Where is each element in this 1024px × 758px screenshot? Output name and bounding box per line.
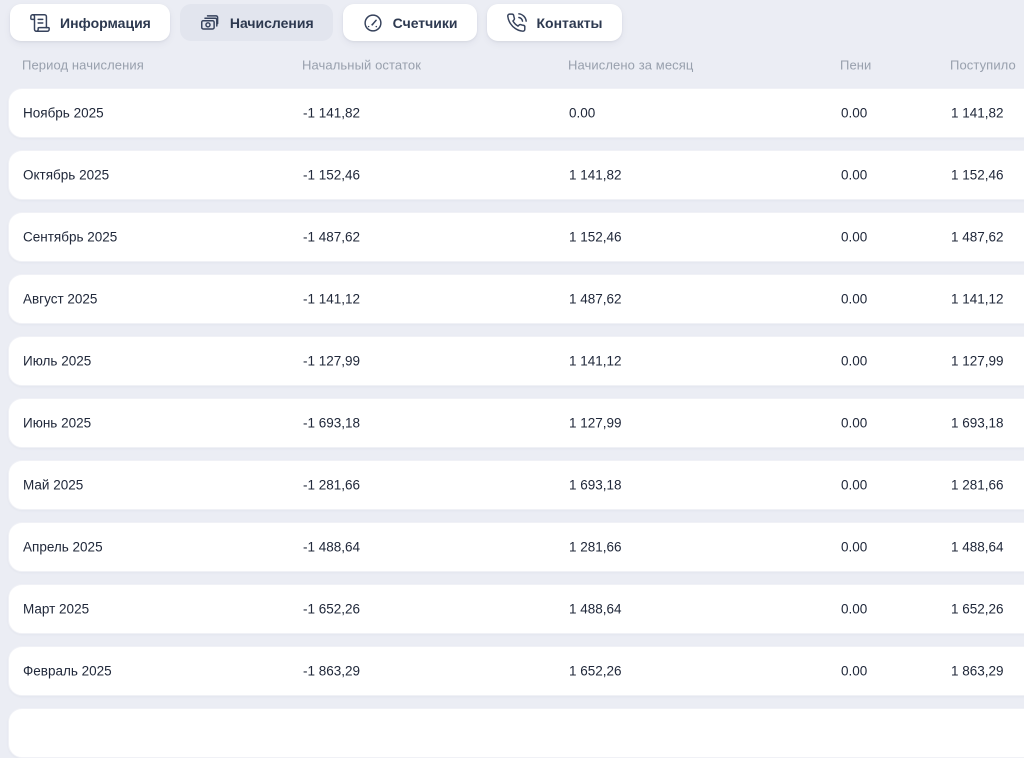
gauge-icon (362, 12, 384, 34)
table-header: Период начисления Начальный остаток Начи… (0, 41, 1024, 88)
phone-icon (506, 12, 528, 34)
cell-opening-balance: -1 652,26 (303, 601, 361, 617)
cell-opening-balance: -1 281,66 (303, 477, 361, 493)
cell-penalty: 0.00 (841, 601, 868, 617)
cell-period: Август 2025 (23, 291, 98, 307)
cell-received: 1 863,29 (951, 663, 1004, 679)
table-row[interactable]: Сентябрь 2025 -1 487,62 1 152,46 0.00 1 … (8, 212, 1024, 262)
cell-accrued: 1 487,62 (569, 291, 622, 307)
cell-accrued: 1 152,46 (569, 229, 622, 245)
cell-accrued: 0.00 (569, 105, 596, 121)
cell-period: Март 2025 (23, 601, 90, 617)
cell-received: 1 152,46 (951, 167, 1004, 183)
cell-received: 1 487,62 (951, 229, 1004, 245)
cell-accrued: 1 281,66 (569, 539, 622, 555)
banknotes-icon (199, 12, 221, 34)
cell-opening-balance: -1 152,46 (303, 167, 361, 183)
cell-received: 1 127,99 (951, 353, 1004, 369)
cell-period: Октябрь 2025 (23, 167, 110, 183)
cell-penalty: 0.00 (841, 415, 868, 431)
cell-accrued: 1 693,18 (569, 477, 622, 493)
cell-period: Ноябрь 2025 (23, 105, 104, 121)
tab-bar: Информация Начисления Счетчики Контакты (0, 0, 1024, 41)
column-header-opening-balance: Начальный остаток (302, 57, 421, 72)
column-header-received: Поступило (950, 57, 1016, 72)
cell-penalty: 0.00 (841, 663, 868, 679)
table-row[interactable]: Июль 2025 -1 127,99 1 141,12 0.00 1 127,… (8, 336, 1024, 386)
tab-contacts[interactable]: Контакты (486, 4, 622, 41)
tab-meters-label: Счетчики (392, 14, 458, 31)
accruals-table: Ноябрь 2025 -1 141,82 0.00 0.00 1 141,82… (0, 88, 1024, 758)
cell-opening-balance: -1 693,18 (303, 415, 361, 431)
cell-opening-balance: -1 488,64 (303, 539, 361, 555)
cell-period: Июнь 2025 (23, 415, 92, 431)
tab-meters[interactable]: Счетчики (342, 4, 477, 41)
cell-period: Апрель 2025 (23, 539, 103, 555)
cell-period: Февраль 2025 (23, 663, 112, 679)
cell-penalty: 0.00 (841, 291, 868, 307)
table-row[interactable]: Октябрь 2025 -1 152,46 1 141,82 0.00 1 1… (8, 150, 1024, 200)
cell-period: Сентябрь 2025 (23, 229, 118, 245)
cell-period: Май 2025 (23, 477, 84, 493)
cell-opening-balance: -1 141,82 (303, 105, 361, 121)
cell-penalty: 0.00 (841, 167, 868, 183)
cell-penalty: 0.00 (841, 229, 868, 245)
column-header-penalty: Пени (840, 57, 872, 72)
cell-received: 1 693,18 (951, 415, 1004, 431)
table-row[interactable]: Февраль 2025 -1 863,29 1 652,26 0.00 1 8… (8, 646, 1024, 696)
table-row[interactable]: Май 2025 -1 281,66 1 693,18 0.00 1 281,6… (8, 460, 1024, 510)
tab-accruals[interactable]: Начисления (179, 4, 333, 41)
cell-accrued: 1 141,82 (569, 167, 622, 183)
cell-penalty: 0.00 (841, 353, 868, 369)
scroll-icon (29, 12, 51, 34)
cell-opening-balance: -1 487,62 (303, 229, 361, 245)
table-row[interactable]: Апрель 2025 -1 488,64 1 281,66 0.00 1 48… (8, 522, 1024, 572)
tab-information-label: Информация (60, 14, 151, 31)
cell-penalty: 0.00 (841, 477, 868, 493)
cell-received: 1 488,64 (951, 539, 1004, 555)
tab-accruals-label: Начисления (229, 14, 314, 31)
table-row[interactable]: Ноябрь 2025 -1 141,82 0.00 0.00 1 141,82 (8, 88, 1024, 138)
cell-period: Июль 2025 (23, 353, 92, 369)
cell-opening-balance: -1 141,12 (303, 291, 361, 307)
table-row-partial[interactable] (8, 708, 1024, 758)
cell-penalty: 0.00 (841, 539, 868, 555)
cell-received: 1 141,12 (951, 291, 1004, 307)
tab-contacts-label: Контакты (536, 14, 603, 31)
cell-received: 1 281,66 (951, 477, 1004, 493)
table-row[interactable]: Август 2025 -1 141,12 1 487,62 0.00 1 14… (8, 274, 1024, 324)
cell-accrued: 1 652,26 (569, 663, 622, 679)
cell-accrued: 1 127,99 (569, 415, 622, 431)
cell-received: 1 141,82 (951, 105, 1004, 121)
tab-information[interactable]: Информация (10, 4, 170, 41)
cell-accrued: 1 141,12 (569, 353, 622, 369)
cell-received: 1 652,26 (951, 601, 1004, 617)
table-row[interactable]: Июнь 2025 -1 693,18 1 127,99 0.00 1 693,… (8, 398, 1024, 448)
cell-penalty: 0.00 (841, 105, 868, 121)
column-header-period: Период начисления (22, 57, 144, 72)
cell-accrued: 1 488,64 (569, 601, 622, 617)
cell-opening-balance: -1 127,99 (303, 353, 361, 369)
table-row[interactable]: Март 2025 -1 652,26 1 488,64 0.00 1 652,… (8, 584, 1024, 634)
cell-opening-balance: -1 863,29 (303, 663, 361, 679)
column-header-accrued: Начислено за месяц (568, 57, 694, 72)
